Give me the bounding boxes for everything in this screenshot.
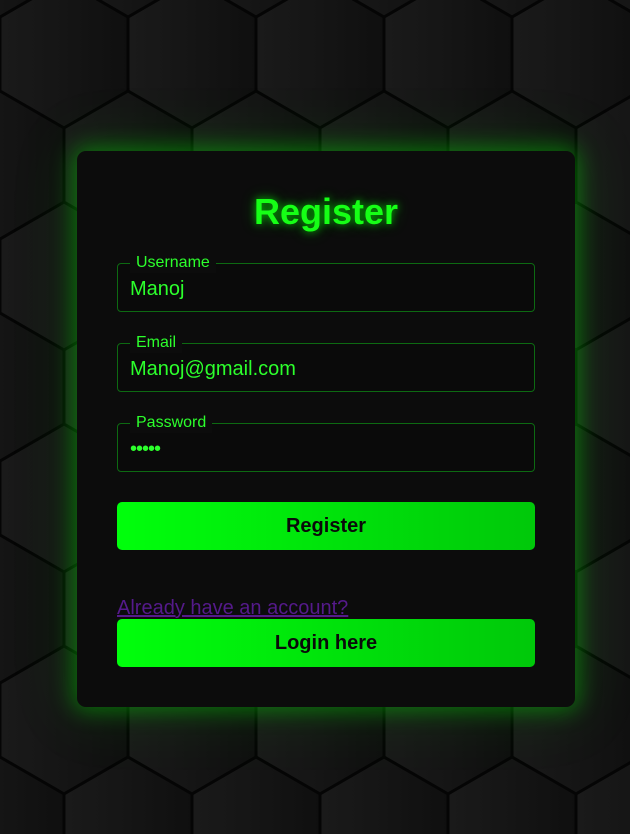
- username-field[interactable]: Username: [117, 253, 535, 312]
- password-label: Password: [130, 413, 213, 433]
- login-here-button[interactable]: Login here: [117, 619, 535, 667]
- password-field[interactable]: Password: [117, 413, 535, 472]
- password-input[interactable]: [130, 436, 520, 462]
- username-input[interactable]: [130, 276, 520, 302]
- register-button[interactable]: Register: [117, 502, 535, 550]
- email-label: Email: [130, 333, 183, 353]
- register-card: Register Username Email Password Registe…: [77, 151, 575, 707]
- username-label: Username: [130, 253, 216, 273]
- email-field[interactable]: Email: [117, 333, 535, 392]
- form-title: Register: [253, 191, 399, 232]
- email-input[interactable]: [130, 356, 520, 382]
- already-have-account-link[interactable]: Already have an account?: [117, 597, 348, 619]
